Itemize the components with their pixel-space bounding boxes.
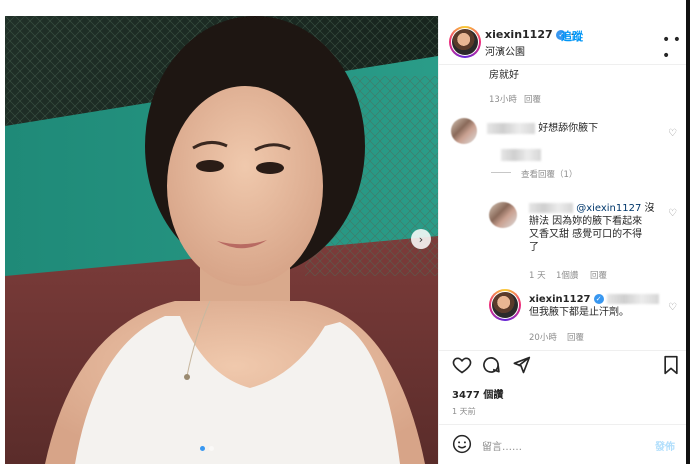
reply-avatar[interactable] xyxy=(489,202,517,228)
blurred-username[interactable] xyxy=(487,122,535,134)
mention-link[interactable]: @xiexin1127 xyxy=(576,203,641,214)
post-photo[interactable] xyxy=(5,16,438,464)
post-actions: 3477 個讚 1 天前 留言…… 發佈 xyxy=(439,350,687,465)
verified-badge-icon: ✓ xyxy=(593,294,604,304)
author-avatar[interactable] xyxy=(489,289,521,321)
view-replies-button[interactable]: 查看回覆（1） xyxy=(521,168,577,180)
comment-text: 房就好 xyxy=(489,70,519,81)
post-time[interactable]: 1 天前 xyxy=(452,406,476,417)
carousel-dot-active xyxy=(200,446,205,451)
follow-button[interactable]: 追蹤 xyxy=(561,28,583,44)
page-scrollbar[interactable] xyxy=(686,0,690,464)
share-send-icon[interactable] xyxy=(511,355,531,379)
view-replies-line xyxy=(491,172,511,173)
post-detail-panel: xiexin1127 ✓ · 追蹤 河濱公園 • • • 房就好 13小時 回覆… xyxy=(438,16,687,464)
blurred-username[interactable] xyxy=(529,203,573,213)
reply-time[interactable]: 1 天 xyxy=(529,269,546,281)
reply-text: @xiexin1127 沒 辦法 因為妳的腋下看起來 又香又甜 感覺可口的不得 … xyxy=(529,203,655,253)
comment-input[interactable]: 留言…… xyxy=(482,438,522,453)
emoji-icon[interactable] xyxy=(452,434,472,458)
carousel-dot xyxy=(209,446,214,451)
like-heart-icon[interactable] xyxy=(452,355,472,379)
comment-like-icon[interactable]: ♡ xyxy=(668,128,677,139)
location-link[interactable]: 河濱公園 xyxy=(485,43,525,58)
more-options-icon[interactable]: • • • xyxy=(662,32,687,64)
comments-list[interactable]: 房就好 13小時 回覆 好想舔你腋下 ♡ 查看回覆（1） @xiexin1127… xyxy=(439,65,687,350)
photo-artwork xyxy=(5,16,438,464)
carousel-dots xyxy=(200,446,214,451)
reply-time[interactable]: 20小時 xyxy=(529,331,557,343)
reply-button[interactable]: 回覆 xyxy=(524,93,541,105)
top-margin xyxy=(0,0,690,16)
comment-composer: 留言…… 發佈 xyxy=(439,424,687,466)
comment-bubble-icon[interactable] xyxy=(481,355,501,379)
blurred-mention[interactable] xyxy=(606,294,659,304)
author-avatar[interactable] xyxy=(449,26,481,58)
reply-text: xiexin1127 ✓ 但我腋下都是止汗劑。 xyxy=(529,293,669,319)
commenter-avatar[interactable] xyxy=(451,118,477,144)
post-header: xiexin1127 ✓ · 追蹤 河濱公園 • • • xyxy=(439,16,687,65)
comment-row: 好想舔你腋下 xyxy=(487,122,598,135)
reply-like-icon[interactable]: ♡ xyxy=(668,208,677,219)
comment-time[interactable]: 13小時 xyxy=(489,93,517,105)
comment-text: 好想舔你腋下 xyxy=(538,123,599,134)
reply-button[interactable]: 回覆 xyxy=(590,269,607,281)
post-comment-button[interactable]: 發佈 xyxy=(655,438,675,453)
reply-button[interactable]: 回覆 xyxy=(567,331,584,343)
likes-count[interactable]: 3477 個讚 xyxy=(452,386,503,401)
bookmark-icon[interactable] xyxy=(662,355,680,379)
reply-like-count[interactable]: 1個讚 xyxy=(556,269,578,281)
reply-like-icon[interactable]: ♡ xyxy=(668,302,677,313)
carousel-next-icon[interactable]: › xyxy=(411,229,431,249)
blurred-meta xyxy=(501,144,541,163)
